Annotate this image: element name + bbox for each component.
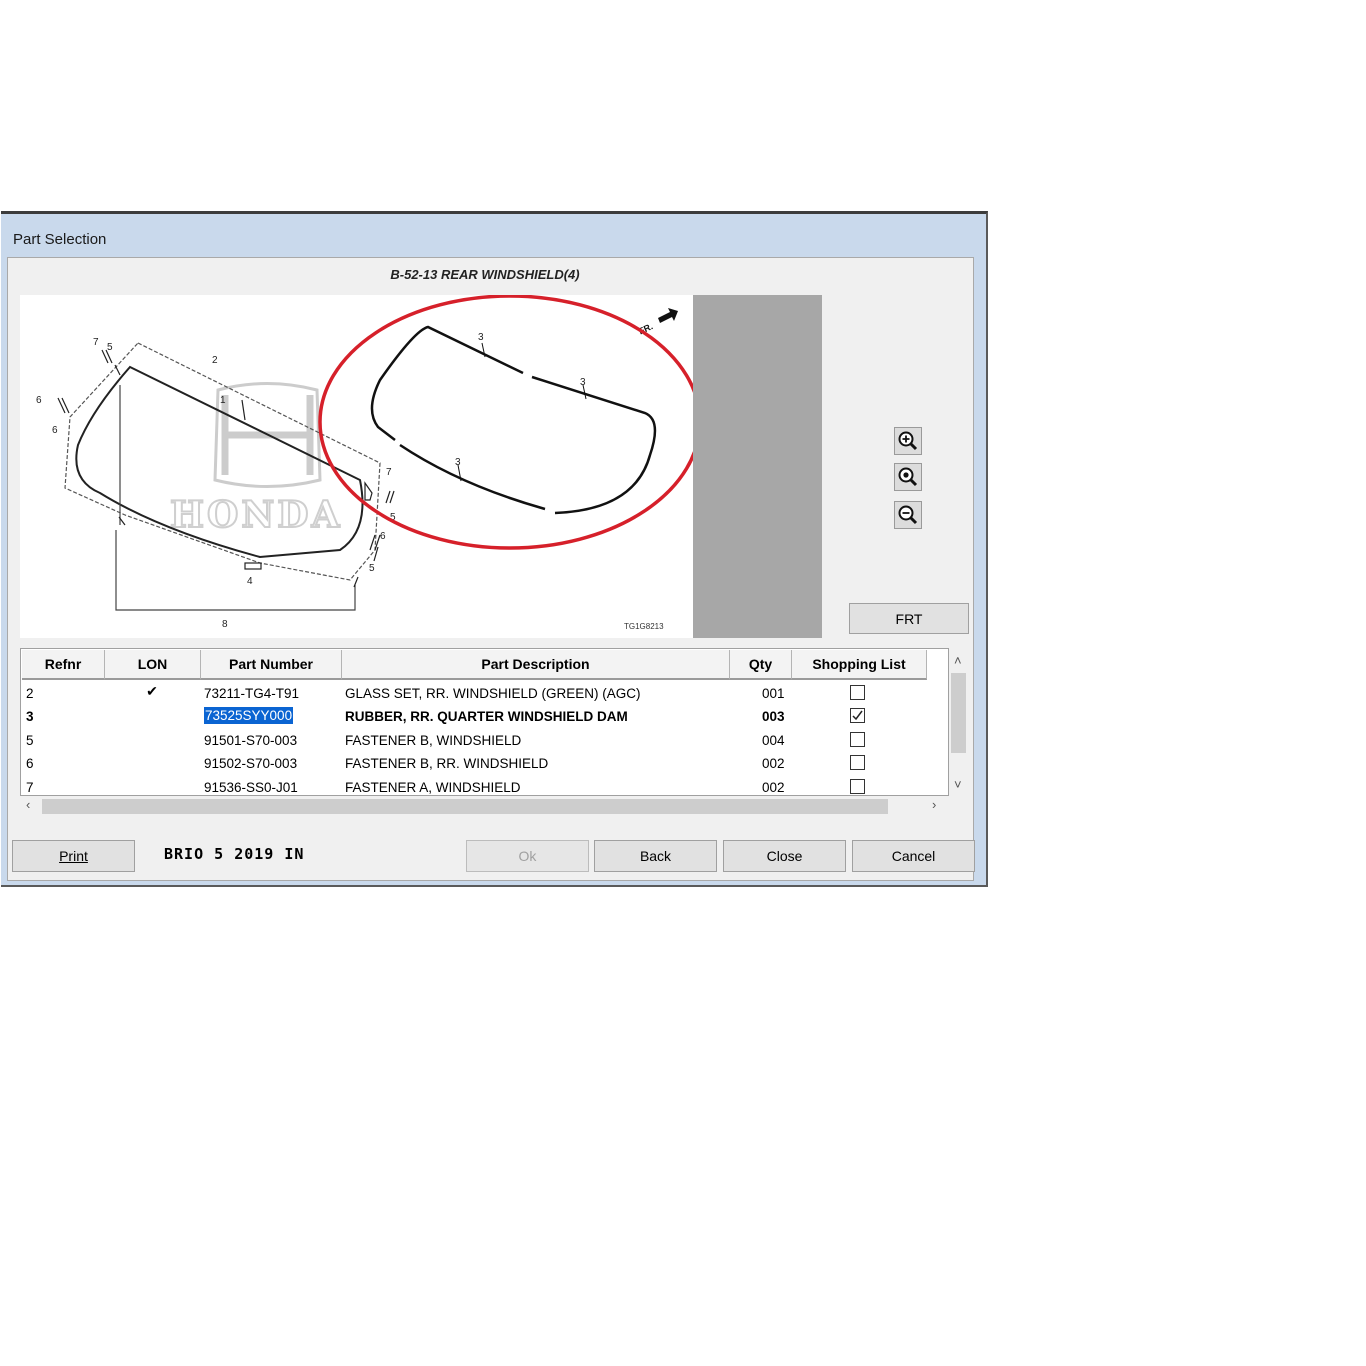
description-cell: FASTENER B, RR. WINDSHIELD bbox=[345, 756, 549, 771]
scroll-down-icon[interactable]: ˅ bbox=[954, 777, 962, 792]
zoom-fit-icon bbox=[898, 467, 918, 487]
ok-button[interactable]: Ok bbox=[466, 840, 589, 872]
close-button[interactable]: Close bbox=[723, 840, 846, 872]
callout-7a: 7 bbox=[93, 337, 99, 348]
diagram-title: B-52-13 REAR WINDSHIELD(4) bbox=[390, 267, 580, 282]
qty-cell: 002 bbox=[762, 756, 785, 771]
qty-cell: 001 bbox=[762, 686, 785, 701]
callout-3c: 3 bbox=[455, 457, 461, 468]
qty-cell: 002 bbox=[762, 780, 785, 795]
cancel-label: Cancel bbox=[891, 848, 936, 864]
part-number-cell: 91501-S70-003 bbox=[204, 733, 298, 748]
qty-cell: 004 bbox=[762, 733, 785, 748]
col-shopping-list[interactable]: Shopping List bbox=[792, 650, 927, 680]
shopping-list-checkbox-checked[interactable] bbox=[850, 708, 865, 723]
col-refnr[interactable]: Refnr bbox=[22, 650, 105, 680]
scroll-left-icon[interactable]: ‹ bbox=[26, 797, 30, 812]
table-row[interactable]: 2 ✔ 73211-TG4-T91 GLASS SET, RR. WINDSHI… bbox=[21, 682, 948, 705]
callout-3b: 3 bbox=[580, 377, 586, 388]
zoom-in-button[interactable] bbox=[894, 427, 922, 455]
dialog-client: B-52-13 REAR WINDSHIELD(4) HONDA 7 5 2 6… bbox=[7, 257, 975, 881]
diagram-code: TG1G8213 bbox=[624, 622, 664, 631]
table-row[interactable]: 7 91536-SS0-J01 FASTENER A, WINDSHIELD 0… bbox=[21, 776, 948, 795]
col-qty[interactable]: Qty bbox=[730, 650, 792, 680]
shopping-list-checkbox[interactable] bbox=[850, 685, 865, 700]
callout-6a: 6 bbox=[36, 395, 42, 406]
leader-lines bbox=[457, 342, 587, 482]
window-title: Part Selection bbox=[13, 231, 107, 248]
callout-5c: 5 bbox=[369, 563, 375, 574]
vertical-scroll-thumb[interactable] bbox=[951, 673, 966, 753]
scroll-right-icon[interactable]: › bbox=[932, 797, 936, 812]
back-button[interactable]: Back bbox=[594, 840, 717, 872]
description-cell: GLASS SET, RR. WINDSHIELD (GREEN) (AGC) bbox=[345, 686, 641, 701]
diagram-gray-panel bbox=[693, 295, 822, 638]
shopping-list-checkbox[interactable] bbox=[850, 779, 865, 794]
zoom-fit-button[interactable] bbox=[894, 463, 922, 491]
callout-7b: 7 bbox=[386, 467, 392, 478]
callout-4: 4 bbox=[247, 576, 253, 587]
description-cell: FASTENER B, WINDSHIELD bbox=[345, 733, 522, 748]
model-info: BRIO 5 2019 IN bbox=[164, 845, 305, 863]
honda-wordmark: HONDA bbox=[170, 494, 342, 536]
part-number-cell: 91502-S70-003 bbox=[204, 756, 298, 771]
back-label: Back bbox=[639, 848, 672, 864]
horizontal-scroll-thumb[interactable] bbox=[42, 799, 888, 814]
part-number-cell: 91536-SS0-J01 bbox=[204, 780, 298, 795]
print-button[interactable]: Print bbox=[12, 840, 135, 872]
ok-label: Ok bbox=[518, 848, 537, 864]
callout-1: 1 bbox=[220, 395, 226, 406]
zoom-in-icon bbox=[898, 431, 918, 451]
glass-set-drawing bbox=[57, 342, 395, 611]
diagram-drawing: HONDA 7 5 2 6 1 6 7 5 6 5 4 8 3 3 3 FR. … bbox=[36, 295, 693, 631]
parts-diagram[interactable]: HONDA 7 5 2 6 1 6 7 5 6 5 4 8 3 3 3 FR. … bbox=[20, 295, 693, 638]
horizontal-scrollbar[interactable]: ‹ › bbox=[20, 796, 949, 816]
close-label: Close bbox=[766, 848, 803, 864]
refnr-cell: 5 bbox=[26, 733, 34, 748]
parts-table: Refnr LON Part Number Part Description Q… bbox=[20, 648, 949, 796]
callout-6b: 6 bbox=[52, 425, 58, 436]
part-number-cell: 73211-TG4-T91 bbox=[204, 686, 300, 701]
col-lon[interactable]: LON bbox=[105, 650, 201, 680]
rubber-dam-drawing bbox=[370, 325, 657, 515]
part-selection-window: Part Selection B-52-13 REAR WINDSHIELD(4… bbox=[1, 211, 988, 887]
description-cell: FASTENER A, WINDSHIELD bbox=[345, 780, 521, 795]
scroll-up-icon[interactable]: ˄ bbox=[954, 653, 962, 668]
table-row-selected[interactable]: 3 73525SYY000 RUBBER, RR. QUARTER WINDSH… bbox=[21, 705, 948, 728]
callout-5a: 5 bbox=[107, 342, 113, 353]
lon-check-icon: ✔ bbox=[135, 683, 169, 704]
callout-2: 2 bbox=[212, 355, 218, 366]
table-row[interactable]: 6 91502-S70-003 FASTENER B, RR. WINDSHIE… bbox=[21, 752, 948, 775]
qty-cell: 003 bbox=[762, 709, 785, 724]
checkmark-icon bbox=[852, 710, 863, 721]
table-row[interactable]: 5 91501-S70-003 FASTENER B, WINDSHIELD 0… bbox=[21, 729, 948, 752]
shopping-list-checkbox[interactable] bbox=[850, 732, 865, 747]
part-number-cell-selected: 73525SYY000 bbox=[204, 707, 294, 724]
col-part-description[interactable]: Part Description bbox=[342, 650, 730, 680]
cancel-button[interactable]: Cancel bbox=[852, 840, 975, 872]
front-arrow-icon bbox=[658, 308, 678, 323]
refnr-cell: 6 bbox=[26, 756, 34, 771]
zoom-out-icon bbox=[898, 505, 918, 525]
refnr-cell: 3 bbox=[26, 709, 34, 724]
col-part-number[interactable]: Part Number bbox=[201, 650, 342, 680]
print-label: Print bbox=[59, 848, 88, 864]
shopping-list-checkbox[interactable] bbox=[850, 755, 865, 770]
refnr-cell: 2 bbox=[26, 686, 34, 701]
callout-3a: 3 bbox=[478, 332, 484, 343]
description-cell: RUBBER, RR. QUARTER WINDSHIELD DAM bbox=[345, 709, 628, 724]
zoom-out-button[interactable] bbox=[894, 501, 922, 529]
callout-6c: 6 bbox=[380, 531, 386, 542]
refnr-cell: 7 bbox=[26, 780, 34, 795]
callout-8: 8 bbox=[222, 619, 228, 630]
vertical-scrollbar[interactable]: ˄ ˅ bbox=[949, 651, 968, 796]
frt-button[interactable]: FRT bbox=[849, 603, 969, 634]
